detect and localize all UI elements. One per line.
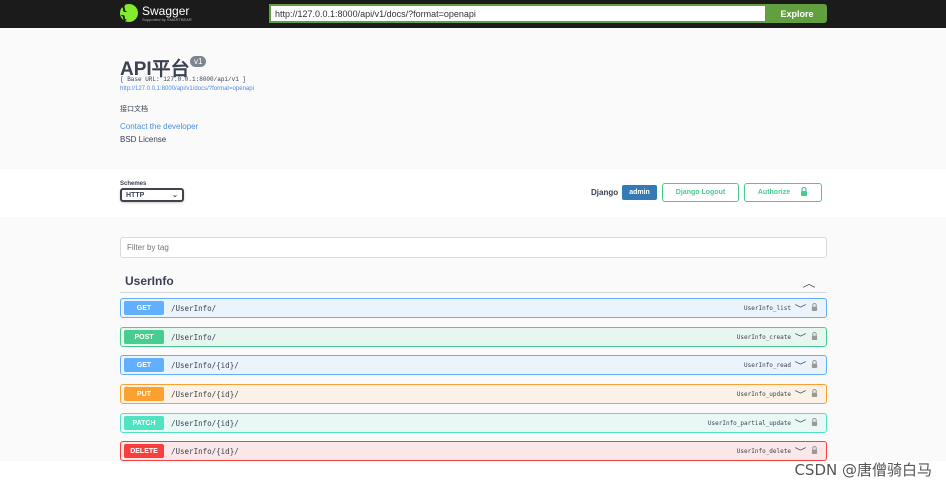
swagger-logo-icon: { } <box>120 0 138 26</box>
authorize-button[interactable]: Authorize <box>744 183 822 202</box>
operation-path: /UserInfo/{id}/ <box>171 418 239 428</box>
operation-id: UserInfo_partial_update <box>707 419 791 427</box>
contact-link[interactable]: Contact the developer <box>120 122 198 131</box>
operation-row[interactable]: PUT /UserInfo/{id}/ UserInfo_update ﹀ <box>120 384 827 404</box>
version-badge: v1 <box>190 56 207 67</box>
chevron-down-icon: ﹀ <box>794 332 807 343</box>
operation-id: UserInfo_delete <box>736 447 791 455</box>
chevron-down-icon: ﹀ <box>794 446 807 457</box>
user-badge: admin <box>622 185 657 200</box>
operation-row[interactable]: GET /UserInfo/{id}/ UserInfo_read ﹀ <box>120 355 827 375</box>
chevron-down-icon: ﹀ <box>794 303 807 314</box>
api-description: 接口文档 <box>120 106 148 113</box>
django-label: Django <box>591 188 619 197</box>
method-badge: GET <box>124 301 164 315</box>
lock-icon[interactable] <box>811 332 818 342</box>
lock-icon[interactable] <box>811 446 818 456</box>
base-url: [ Base URL: 127.0.0.1:8000/api/v1 ] <box>120 76 247 83</box>
spec-url-link[interactable]: http://127.0.0.1:8000/api/v1/docs/?forma… <box>120 86 254 92</box>
top-bar: { } Swagger Supported by SMARTBEAR Explo… <box>0 0 946 28</box>
operation-row[interactable]: PATCH /UserInfo/{id}/ UserInfo_partial_u… <box>120 413 827 433</box>
operation-id: UserInfo_read <box>744 361 791 369</box>
operation-row[interactable]: DELETE /UserInfo/{id}/ UserInfo_delete ﹀ <box>120 441 827 461</box>
chevron-down-icon: ⌄ <box>172 192 178 199</box>
logo-subtitle: Supported by SMARTBEAR <box>142 16 192 22</box>
operation-id: UserInfo_update <box>736 390 791 398</box>
tag-divider <box>120 292 827 293</box>
operation-path: /UserInfo/{id}/ <box>171 389 239 399</box>
method-badge: PUT <box>124 387 164 401</box>
lock-icon[interactable] <box>811 389 818 399</box>
method-badge: GET <box>124 358 164 372</box>
explore-button[interactable]: Explore <box>767 4 827 23</box>
method-badge: POST <box>124 330 164 344</box>
watermark: CSDN @唐僧骑白马 <box>794 461 932 479</box>
logo-name: Swagger <box>142 3 190 18</box>
method-badge: PATCH <box>124 416 164 430</box>
logout-label: Django Logout <box>675 189 726 196</box>
operation-path: /UserInfo/{id}/ <box>171 360 239 370</box>
operation-row[interactable]: POST /UserInfo/ UserInfo_create ﹀ <box>120 327 827 347</box>
schemes-label: Schemes <box>120 181 147 187</box>
lock-icon[interactable] <box>811 418 818 428</box>
operation-path: /UserInfo/{id}/ <box>171 446 239 456</box>
lock-icon[interactable] <box>811 360 818 370</box>
operation-path: /UserInfo/ <box>171 332 217 342</box>
schemes-select[interactable]: HTTP ⌄ <box>120 188 184 202</box>
chevron-down-icon: ﹀ <box>794 418 807 429</box>
operation-path: /UserInfo/ <box>171 303 217 313</box>
chevron-down-icon: ﹀ <box>794 389 807 400</box>
swagger-logo[interactable]: { } Swagger Supported by SMARTBEAR <box>120 0 192 26</box>
chevron-down-icon: ﹀ <box>794 360 807 371</box>
logo-text: Swagger Supported by SMARTBEAR <box>142 5 192 22</box>
operation-id: UserInfo_create <box>736 333 791 341</box>
info-section <box>0 28 946 169</box>
django-logout-button[interactable]: Django Logout <box>662 183 739 202</box>
lock-icon[interactable] <box>811 303 818 313</box>
spec-url-input[interactable] <box>269 4 767 23</box>
filter-by-tag-input[interactable] <box>120 237 827 258</box>
chevron-up-icon[interactable]: ︿ <box>803 275 816 290</box>
schemes-selected-value: HTTP <box>126 191 145 199</box>
tag-title[interactable]: UserInfo <box>125 274 174 288</box>
operation-id: UserInfo_list <box>744 304 791 312</box>
authorize-label: Authorize <box>757 189 791 196</box>
method-badge: DELETE <box>124 444 164 458</box>
lock-icon <box>800 186 808 198</box>
license-text: BSD License <box>120 135 167 144</box>
operation-row[interactable]: GET /UserInfo/ UserInfo_list ﹀ <box>120 298 827 318</box>
